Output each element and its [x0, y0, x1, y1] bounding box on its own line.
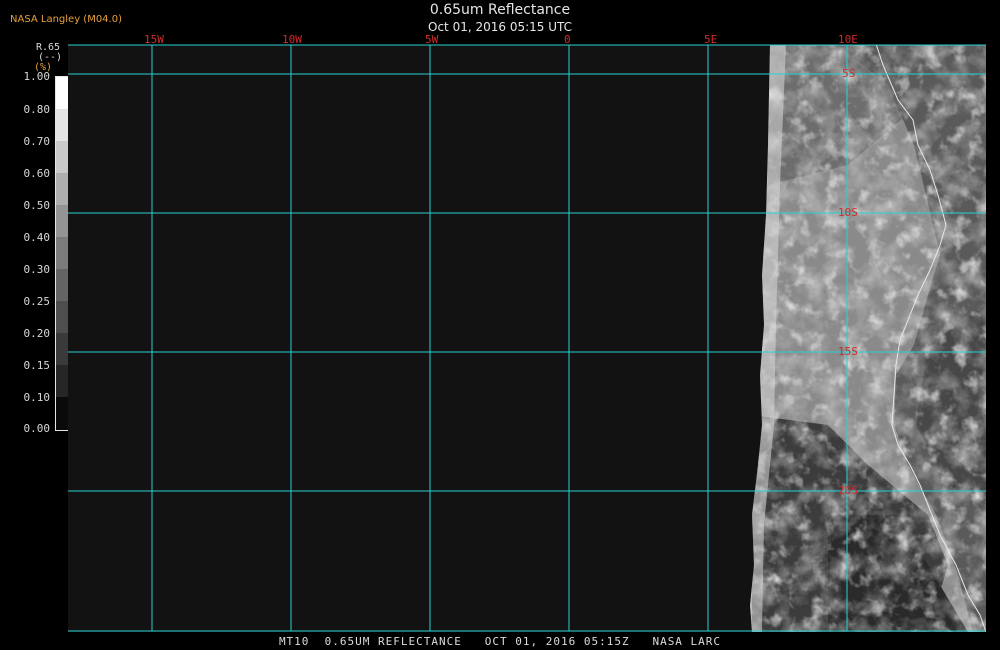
lat-label: 10S — [838, 206, 858, 219]
legend-value: 0.30 — [23, 263, 51, 276]
lon-label: 10E — [838, 33, 858, 46]
lon-label: 5W — [425, 33, 439, 46]
legend-value: 0.20 — [23, 327, 51, 340]
map-area[interactable] — [68, 45, 986, 632]
imagery-swath — [750, 45, 986, 632]
legend-value: 0.15 — [23, 359, 51, 372]
lon-label: 0 — [564, 33, 571, 46]
legend-header: R.65 (--) (%) — [28, 43, 62, 73]
footer-caption: MT10 0.65UM REFLECTANCE OCT 01, 2016 05:… — [278, 635, 722, 648]
lon-label: 5E — [704, 33, 718, 46]
lat-label: 20S — [838, 484, 858, 497]
legend-value: 0.25 — [23, 295, 51, 308]
legend-value: 0.50 — [23, 199, 51, 212]
lon-label: 10W — [282, 33, 302, 46]
image-title: 0.65um Reflectance — [429, 2, 571, 18]
legend-value: 0.00 — [23, 422, 51, 435]
lat-label: 15S — [838, 345, 858, 358]
legend-value: 0.70 — [23, 135, 51, 148]
legend-value: 0.80 — [23, 103, 51, 116]
satellite-viewer: NASA Langley (M04.0) 0.65um Reflectance … — [0, 0, 1000, 650]
legend-value: 0.40 — [23, 231, 51, 244]
legend-value: 0.10 — [23, 391, 51, 404]
legend-value: 1.00 — [23, 70, 51, 83]
satellite-imagery — [750, 45, 986, 632]
lat-label: 5S — [842, 67, 856, 80]
lon-label: 15W — [144, 33, 164, 46]
image-timestamp: Oct 01, 2016 05:15 UTC — [428, 20, 572, 34]
legend-value: 0.60 — [23, 167, 51, 180]
